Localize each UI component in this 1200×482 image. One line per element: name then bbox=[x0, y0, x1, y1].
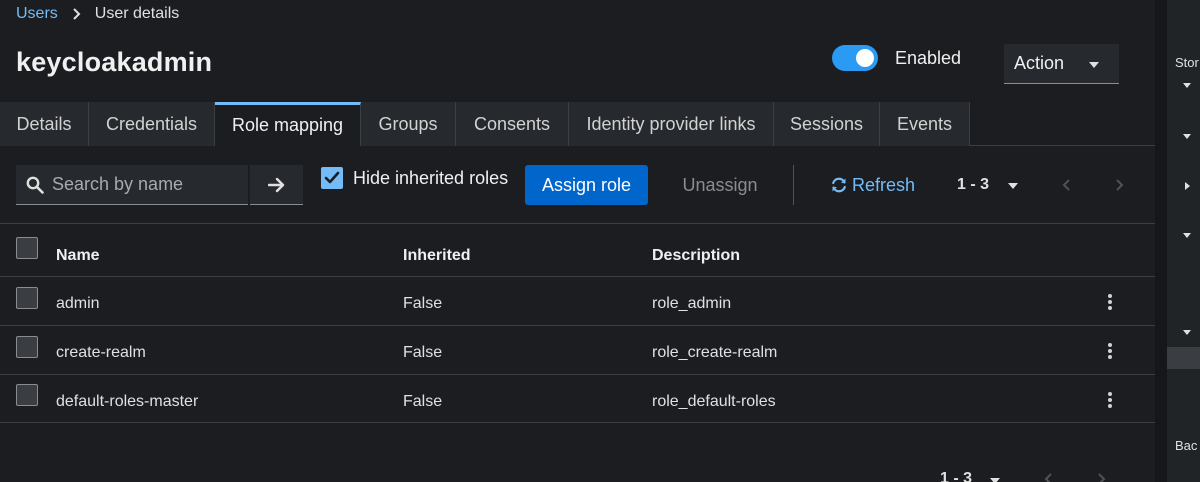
action-dropdown[interactable]: Action bbox=[1004, 44, 1119, 84]
checkmark-icon bbox=[324, 171, 340, 184]
tab-consents[interactable]: Consents bbox=[456, 102, 569, 146]
side-panel-top-text: Stor bbox=[1175, 55, 1199, 70]
row-checkbox[interactable] bbox=[16, 287, 38, 309]
role-description: role_create-realm bbox=[652, 344, 778, 361]
select-all-checkbox[interactable] bbox=[16, 237, 38, 259]
toggle-knob bbox=[856, 49, 874, 67]
role-name: create-realm bbox=[56, 344, 146, 361]
row-border bbox=[0, 374, 1155, 375]
search-icon bbox=[26, 176, 44, 194]
refresh-label: Refresh bbox=[852, 174, 916, 195]
expand-caret-icon[interactable] bbox=[1183, 330, 1191, 335]
chevron-right-icon bbox=[72, 8, 81, 20]
panel-divider bbox=[1155, 0, 1167, 482]
toolbar-divider bbox=[793, 165, 794, 205]
side-panel: Stor Bac bbox=[1167, 0, 1200, 482]
role-name: default-roles-master bbox=[56, 393, 199, 410]
breadcrumb-current: User details bbox=[94, 5, 180, 22]
row-checkbox[interactable] bbox=[16, 384, 38, 406]
caret-down-icon bbox=[1089, 62, 1099, 68]
header-row-border bbox=[0, 276, 1155, 277]
action-dropdown-label: Action bbox=[1014, 53, 1065, 73]
search-input[interactable] bbox=[52, 174, 242, 195]
refresh-icon bbox=[832, 177, 846, 193]
role-description: role_admin bbox=[652, 295, 732, 312]
enabled-label: Enabled bbox=[895, 48, 962, 68]
search-submit-button[interactable] bbox=[250, 165, 303, 205]
pagination-count[interactable]: 1 - 3 bbox=[957, 176, 989, 194]
column-header-inherited: Inherited bbox=[403, 247, 471, 264]
tab-sessions[interactable]: Sessions bbox=[774, 102, 880, 146]
bottom-next-page-icon[interactable] bbox=[1094, 472, 1108, 482]
role-description: role_default-roles bbox=[652, 393, 776, 410]
expand-caret-icon[interactable] bbox=[1183, 83, 1191, 88]
row-border bbox=[0, 422, 1155, 423]
role-inherited: False bbox=[403, 295, 443, 312]
row-actions-kebab-icon[interactable] bbox=[1102, 292, 1118, 312]
side-panel-bottom-text: Bac bbox=[1175, 438, 1198, 453]
breadcrumb: Users User details bbox=[16, 4, 179, 24]
tab-events[interactable]: Events bbox=[880, 102, 970, 146]
tab-credentials[interactable]: Credentials bbox=[89, 102, 215, 146]
previous-page-icon[interactable] bbox=[1060, 178, 1074, 192]
role-inherited: False bbox=[403, 393, 443, 410]
role-name: admin bbox=[56, 295, 100, 312]
next-page-icon[interactable] bbox=[1112, 178, 1126, 192]
breadcrumb-users-link[interactable]: Users bbox=[16, 5, 58, 23]
column-header-name[interactable]: Name bbox=[56, 247, 100, 265]
tab-details[interactable]: Details bbox=[0, 102, 89, 146]
main-content: Users User details keycloakadmin Enabled… bbox=[0, 0, 1155, 482]
row-border bbox=[0, 325, 1155, 326]
pagination-caret-icon[interactable] bbox=[1008, 183, 1018, 189]
collapse-caret-icon[interactable] bbox=[1185, 182, 1190, 190]
tab-identity-provider-links[interactable]: Identity provider links bbox=[569, 102, 774, 146]
hide-inherited-checkbox[interactable] bbox=[321, 167, 343, 189]
tab-groups[interactable]: Groups bbox=[361, 102, 456, 146]
expand-caret-icon[interactable] bbox=[1183, 134, 1191, 139]
assign-role-button[interactable]: Assign role bbox=[525, 165, 648, 205]
bottom-pagination-count[interactable]: 1 - 3 bbox=[940, 470, 972, 482]
row-actions-kebab-icon[interactable] bbox=[1102, 341, 1118, 361]
page-title: keycloakadmin bbox=[16, 47, 213, 77]
enabled-toggle[interactable] bbox=[832, 45, 878, 71]
tab-role-mapping[interactable]: Role mapping bbox=[215, 102, 361, 146]
column-header-description: Description bbox=[652, 247, 741, 264]
tab-bar: Details Credentials Role mapping Groups … bbox=[0, 102, 1155, 146]
expand-caret-icon[interactable] bbox=[1183, 233, 1191, 238]
arrow-right-icon bbox=[267, 177, 284, 192]
search-box bbox=[16, 165, 248, 205]
role-inherited: False bbox=[403, 344, 443, 361]
table-top-border bbox=[0, 223, 1155, 224]
side-panel-selected-item[interactable] bbox=[1167, 347, 1200, 369]
row-checkbox[interactable] bbox=[16, 336, 38, 358]
bottom-previous-page-icon[interactable] bbox=[1042, 472, 1056, 482]
bottom-pagination-caret-icon[interactable] bbox=[990, 478, 1000, 482]
unassign-button[interactable]: Unassign bbox=[670, 165, 770, 205]
hide-inherited-label: Hide inherited roles bbox=[353, 168, 509, 188]
row-actions-kebab-icon[interactable] bbox=[1102, 390, 1118, 410]
refresh-button[interactable]: Refresh bbox=[830, 165, 915, 205]
